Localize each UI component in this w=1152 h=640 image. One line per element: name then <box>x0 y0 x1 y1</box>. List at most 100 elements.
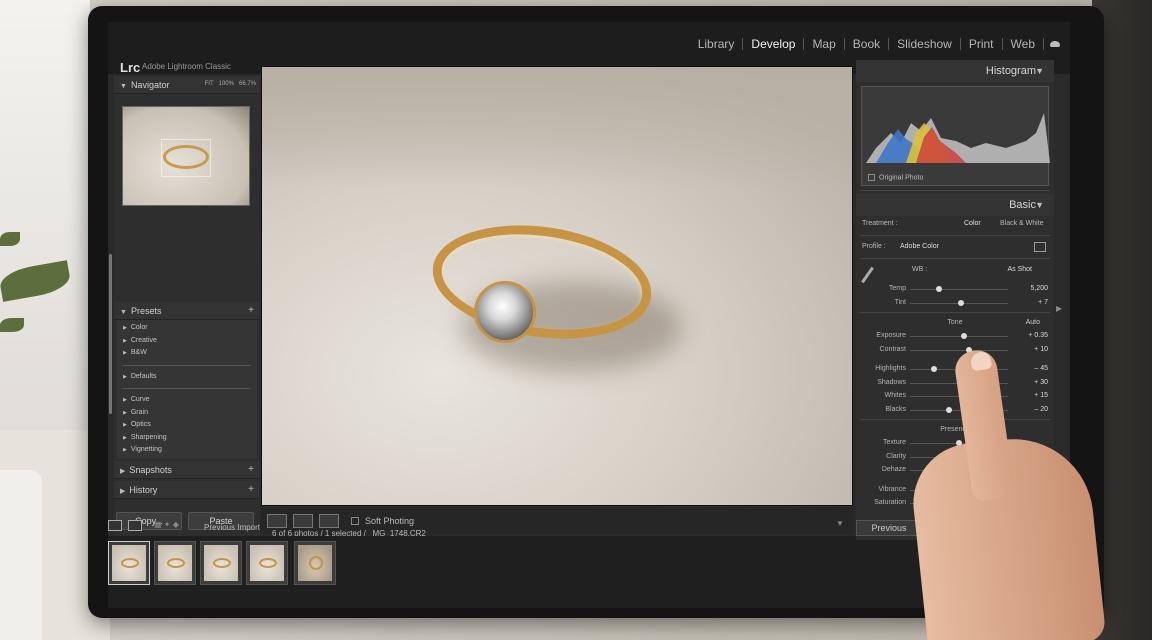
wb-select[interactable]: As Shot <box>1007 266 1032 273</box>
slider-label: Saturation <box>874 499 906 506</box>
presence-section: Presence <box>856 423 1054 436</box>
preset-folder-label: Curve <box>130 396 150 403</box>
filmstrip-thumbnail[interactable] <box>108 541 150 585</box>
divider <box>860 419 1050 420</box>
module-develop[interactable]: Develop <box>743 38 805 50</box>
second-monitor-icon[interactable] <box>128 520 142 531</box>
filmstrip-thumbnail[interactable] <box>154 541 196 585</box>
checkbox-icon[interactable] <box>868 173 875 181</box>
profile-browser-icon[interactable] <box>1034 242 1046 252</box>
filmstrip-source[interactable]: Previous Import <box>204 523 260 532</box>
preset-folder[interactable]: ▶ B&W <box>123 347 251 360</box>
presets-header[interactable]: ▼ Presets + <box>114 302 260 320</box>
slider-knob[interactable] <box>957 299 964 306</box>
navigator-header[interactable]: ▼ Navigator FIT 100% 66.7% <box>114 76 260 94</box>
eyedropper-icon[interactable] <box>861 266 874 284</box>
histogram[interactable]: Original Photo <box>861 86 1050 186</box>
preset-folder[interactable]: ▶ Color <box>123 322 251 335</box>
slider-value[interactable]: – 20 <box>1034 406 1048 413</box>
divider <box>123 364 251 366</box>
slider-blacks[interactable]: Blacks – 20 <box>856 403 1054 417</box>
slider-value[interactable]: + 0.35 <box>1028 332 1048 339</box>
slider-label: Texture <box>883 439 906 446</box>
slider-shadows[interactable]: Shadows + 30 <box>856 376 1054 390</box>
filmstrip-thumbnail[interactable] <box>200 541 242 585</box>
slider-track[interactable] <box>910 289 1008 290</box>
preset-folder[interactable]: ▶ Creative <box>123 335 251 348</box>
module-print[interactable]: Print <box>961 38 1003 50</box>
profile-select[interactable]: Adobe Color <box>900 243 939 250</box>
slider-tint[interactable]: Tint + 7 <box>856 296 1054 310</box>
module-map[interactable]: Map <box>804 38 845 50</box>
treatment-label: Treatment : <box>862 220 898 227</box>
treatment-bw[interactable]: Black & White <box>1000 220 1044 227</box>
wb-sliders: Temp 5,200 Tint + 7 <box>856 282 1054 309</box>
slider-label: Contrast <box>879 345 906 353</box>
slider-value[interactable]: – 45 <box>1034 365 1048 372</box>
profile-label: Profile : <box>862 243 886 250</box>
navigator-zoom-options: FIT 100% 66.7% <box>205 81 256 87</box>
basic-title: Basic <box>1009 199 1036 211</box>
slider-knob[interactable] <box>930 366 937 372</box>
tone-auto-button[interactable]: Auto <box>1026 316 1040 329</box>
preset-folder-label: Color <box>130 324 148 331</box>
module-book[interactable]: Book <box>845 38 890 50</box>
slider-contrast[interactable]: Contrast + 10 <box>856 343 1054 357</box>
slider-label: Clarity <box>886 452 906 460</box>
collapse-triangle-icon: ▼ <box>1035 200 1044 210</box>
treatment-color[interactable]: Color <box>964 220 981 227</box>
photo-canvas[interactable] <box>261 66 853 506</box>
slider-exposure[interactable]: Exposure + 0.35 <box>856 329 1054 343</box>
preset-folder-label: Creative <box>130 336 157 344</box>
navigator-preview[interactable] <box>122 106 250 206</box>
module-web[interactable]: Web <box>1003 38 1044 50</box>
slider-track[interactable] <box>910 336 1008 337</box>
preset-folder[interactable]: ▶ Vignetting <box>123 444 251 457</box>
filmstrip-thumbnail[interactable] <box>246 541 288 585</box>
clear-history-icon[interactable]: + <box>248 484 254 495</box>
zoom-custom[interactable]: 66.7% <box>239 81 256 87</box>
slider-whites[interactable]: Whites + 15 <box>856 389 1054 403</box>
history-header[interactable]: ▶ History + <box>114 480 260 499</box>
slider-knob[interactable] <box>946 406 953 413</box>
left-panel-scrollbar[interactable] <box>109 254 112 414</box>
preset-folder[interactable]: ▶ Defaults <box>123 371 251 384</box>
photo-background <box>262 67 852 187</box>
slider-track[interactable] <box>910 349 1008 351</box>
snapshots-header[interactable]: ▶ Snapshots + <box>114 460 260 479</box>
app-name: Adobe Lightroom Classic <box>142 62 231 71</box>
previous-button[interactable]: Previous <box>856 520 922 536</box>
right-panel-collapse-icon[interactable]: ▶ <box>1056 304 1062 313</box>
filmstrip-thumbnail[interactable] <box>294 541 336 585</box>
cloud-icon[interactable] <box>1050 41 1060 47</box>
add-snapshot-icon[interactable]: + <box>248 464 254 475</box>
slider-label: Tint <box>894 298 906 306</box>
basic-header[interactable]: Basic ▼ <box>856 194 1054 216</box>
slider-value[interactable]: + 10 <box>1034 346 1048 353</box>
slider-value[interactable]: + 30 <box>1034 379 1048 386</box>
preset-folder[interactable]: ▶ Optics <box>123 419 251 432</box>
zoom-fit[interactable]: FIT <box>205 81 214 87</box>
original-photo-label: Original Photo <box>879 174 924 181</box>
histogram-header[interactable]: Histogram ▼ <box>856 60 1054 82</box>
slider-value[interactable]: + 7 <box>1038 299 1048 306</box>
preset-folder[interactable]: ▶ Sharpening <box>123 432 251 445</box>
toolbar-menu-chevron-icon[interactable]: ▼ <box>836 519 846 529</box>
main-monitor-icon[interactable] <box>108 520 122 531</box>
zoom-100[interactable]: 100% <box>219 81 234 87</box>
add-preset-icon[interactable]: + <box>248 305 254 316</box>
original-photo-toggle[interactable]: Original Photo <box>868 173 924 181</box>
grid-icon[interactable]: ▦ ✦ ◆ <box>154 520 179 529</box>
preset-folder[interactable]: ▶ Curve <box>123 394 251 407</box>
plant-leaf <box>0 232 20 246</box>
preset-folder[interactable]: ▶ Grain <box>123 407 251 420</box>
module-library[interactable]: Library <box>690 38 744 50</box>
expand-triangle-icon: ▶ <box>123 447 127 453</box>
slider-value[interactable]: + 15 <box>1034 392 1048 399</box>
slider-value[interactable]: 5,200 <box>1030 285 1048 292</box>
navigator-viewport-rect[interactable] <box>161 139 211 177</box>
slider-knob[interactable] <box>936 286 943 292</box>
slider-temp[interactable]: Temp 5,200 <box>856 282 1054 296</box>
module-slideshow[interactable]: Slideshow <box>889 38 961 50</box>
slider-knob[interactable] <box>960 333 967 339</box>
